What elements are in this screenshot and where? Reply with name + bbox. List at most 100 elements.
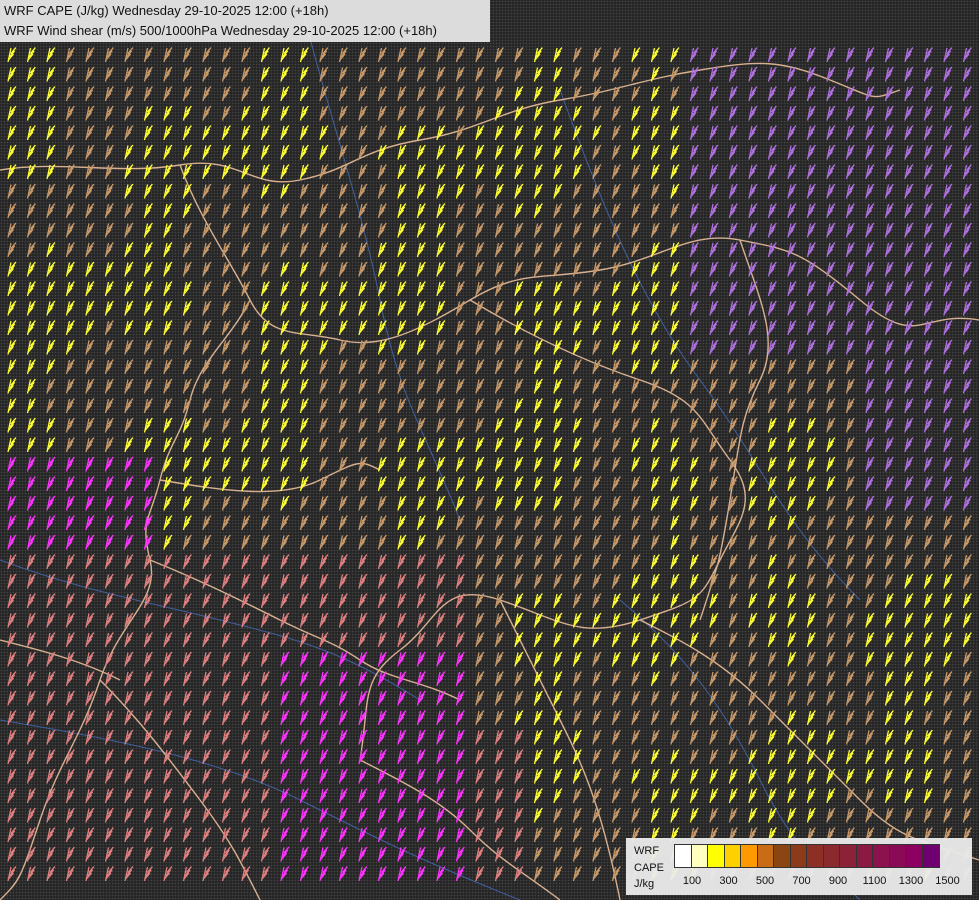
wind-barb — [182, 105, 192, 121]
wind-barb — [260, 729, 270, 745]
river-line — [559, 89, 861, 601]
wind-barb — [182, 846, 192, 862]
wind-barb — [260, 476, 270, 492]
wind-barb — [650, 651, 660, 667]
wind-barb — [299, 710, 309, 726]
wind-barb — [689, 534, 699, 550]
wind-barb — [553, 651, 563, 667]
wind-barb — [553, 515, 563, 531]
wind-barb — [923, 398, 933, 414]
wind-barb — [611, 495, 621, 511]
wind-barb — [319, 749, 329, 765]
wind-barb — [514, 612, 524, 628]
wind-barb — [475, 612, 485, 628]
wind-barb — [572, 729, 582, 745]
wind-barb — [592, 866, 602, 882]
wind-barb — [884, 66, 894, 82]
wind-barb — [319, 183, 329, 199]
wind-barb — [787, 261, 797, 277]
wind-barb — [494, 105, 504, 121]
wind-barb — [533, 632, 543, 648]
wind-barb — [592, 768, 602, 784]
legend-swatch — [807, 845, 824, 867]
wind-barb — [104, 378, 114, 394]
wind-barb — [143, 651, 153, 667]
wind-barb — [221, 203, 231, 219]
wind-barb — [670, 183, 680, 199]
wind-barb — [494, 66, 504, 82]
wind-barb — [163, 456, 173, 472]
wind-barb — [280, 573, 290, 589]
wind-barb — [514, 144, 524, 160]
wind-barb — [826, 144, 836, 160]
wind-barb — [631, 651, 641, 667]
wind-barb — [650, 534, 660, 550]
wind-barb — [689, 612, 699, 628]
wind-barb — [436, 456, 446, 472]
wind-barb — [299, 827, 309, 843]
wind-barb — [631, 593, 641, 609]
wind-barb — [358, 47, 368, 63]
wind-barb — [884, 47, 894, 63]
river-line — [0, 559, 421, 701]
wind-barb — [377, 105, 387, 121]
wind-barb — [124, 632, 134, 648]
wind-barb — [611, 183, 621, 199]
wind-barb — [202, 66, 212, 82]
wind-barb — [728, 66, 738, 82]
wind-barb — [338, 222, 348, 238]
wind-barb — [338, 476, 348, 492]
wind-barb — [65, 768, 75, 784]
wind-barb — [416, 300, 426, 316]
wind-barb — [299, 593, 309, 609]
wind-barb — [514, 281, 524, 297]
wind-barb — [26, 437, 36, 453]
wind-barb — [377, 456, 387, 472]
wind-barb — [494, 398, 504, 414]
wind-barb — [826, 47, 836, 63]
wind-barb — [85, 86, 95, 102]
wind-barb — [533, 690, 543, 706]
wind-barb — [592, 690, 602, 706]
wind-barb — [7, 612, 17, 628]
wind-barb — [163, 359, 173, 375]
wind-barb — [338, 827, 348, 843]
wind-barb — [260, 515, 270, 531]
wind-barb — [358, 105, 368, 121]
wind-barb — [475, 417, 485, 433]
wind-barb — [631, 378, 641, 394]
wind-barb — [494, 183, 504, 199]
wind-barb — [85, 378, 95, 394]
wind-barb — [689, 476, 699, 492]
legend-tick-label: 700 — [792, 875, 811, 887]
wind-barb — [475, 671, 485, 687]
wind-barb — [533, 612, 543, 628]
wind-barb — [280, 417, 290, 433]
wind-barb — [943, 66, 953, 82]
wind-barb — [884, 437, 894, 453]
wind-barb — [358, 300, 368, 316]
wind-barb — [670, 417, 680, 433]
wind-barb — [806, 300, 816, 316]
wind-barb — [943, 47, 953, 63]
wind-barb — [7, 86, 17, 102]
wind-barb — [865, 729, 875, 745]
wind-barb — [455, 300, 465, 316]
wind-barb — [533, 47, 543, 63]
wind-barb — [962, 125, 972, 141]
wind-barb — [163, 222, 173, 238]
wind-barb — [943, 690, 953, 706]
wind-barb — [709, 378, 719, 394]
wind-barb — [767, 612, 777, 628]
wind-barb — [923, 788, 933, 804]
wind-barb — [241, 125, 251, 141]
wind-barb — [7, 593, 17, 609]
wind-barb — [241, 164, 251, 180]
wind-barb — [533, 437, 543, 453]
wind-barb — [689, 554, 699, 570]
wind-barb — [397, 242, 407, 258]
wind-barb — [338, 359, 348, 375]
wind-barb — [377, 281, 387, 297]
wind-barb — [124, 495, 134, 511]
wind-barb — [182, 437, 192, 453]
